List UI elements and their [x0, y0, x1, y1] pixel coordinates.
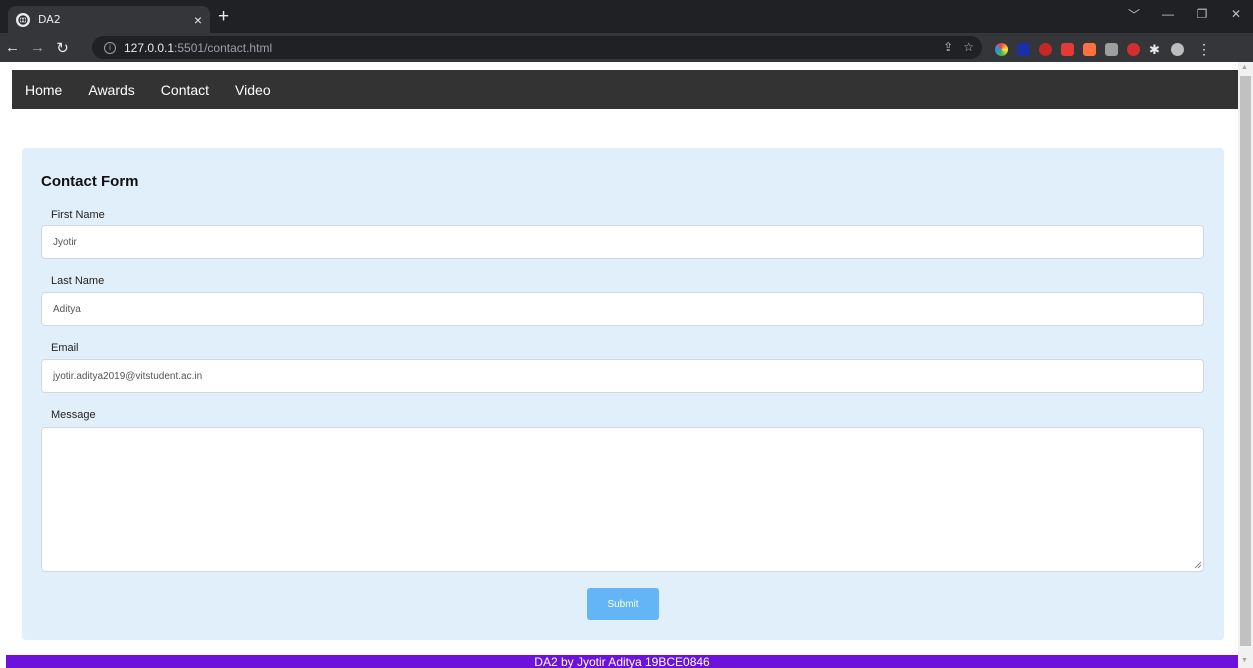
tab-search-icon[interactable]: ﹀ — [1117, 6, 1151, 23]
minimize-button[interactable]: — — [1151, 7, 1185, 21]
site-info-icon[interactable]: i — [104, 41, 116, 54]
extensions-area: ✱ ⋮ — [995, 41, 1211, 58]
scroll-down-arrow-icon[interactable]: ▼ — [1241, 657, 1248, 664]
close-tab-icon[interactable]: × — [194, 13, 202, 27]
form-title: Contact Form — [41, 173, 139, 190]
browser-tab-strip: DA2 × + ﹀ — ❐ ✕ — [0, 0, 1253, 33]
scrollbar-thumb[interactable] — [1240, 76, 1251, 646]
submit-button[interactable]: Submit — [587, 588, 659, 620]
browser-tab[interactable]: DA2 × — [8, 6, 210, 33]
url-host: 127.0.0.1 — [124, 40, 175, 55]
red-extension-icon[interactable] — [1127, 43, 1140, 56]
color-picker-extension-icon[interactable] — [995, 43, 1008, 56]
tp-extension-icon[interactable] — [1061, 43, 1074, 56]
email-field[interactable] — [41, 359, 1204, 393]
email-label: Email — [51, 342, 79, 354]
tab-title: DA2 — [38, 13, 61, 26]
scroll-up-arrow-icon[interactable]: ▲ — [1241, 64, 1248, 71]
nav-video[interactable]: Video — [222, 82, 284, 98]
page-viewport: Home Awards Contact Video Contact Form F… — [0, 62, 1253, 668]
page-footer: DA2 by Jyotir Aditya 19BCE0846 — [6, 655, 1238, 668]
new-tab-button[interactable]: + — [218, 7, 229, 26]
back-icon[interactable]: ← — [0, 39, 25, 56]
last-name-field[interactable] — [41, 292, 1204, 326]
grey-extension-icon[interactable] — [1105, 43, 1118, 56]
puzzle-extensions-icon[interactable]: ✱ — [1149, 43, 1162, 56]
url-path: :5501/contact.html — [174, 40, 273, 55]
fox-extension-icon[interactable] — [1083, 43, 1096, 56]
resize-grip-icon[interactable] — [1192, 559, 1202, 569]
message-label: Message — [51, 409, 96, 421]
bookmark-star-icon[interactable]: ☆ — [963, 40, 974, 54]
address-bar[interactable]: i 127.0.0.1:5501/contact.html ⇪ ☆ — [92, 36, 982, 59]
reload-icon[interactable]: ↻ — [50, 39, 75, 57]
message-textarea[interactable] — [41, 427, 1204, 572]
restore-button[interactable]: ❐ — [1185, 7, 1219, 21]
globe-icon — [16, 12, 30, 27]
nav-home[interactable]: Home — [12, 82, 75, 98]
ublock-origin-icon[interactable] — [1039, 43, 1052, 56]
nav-awards[interactable]: Awards — [75, 82, 147, 98]
blue-square-extension-icon[interactable] — [1017, 43, 1030, 56]
contact-form-card: Contact Form First Name Last Name Email … — [22, 148, 1224, 640]
first-name-field[interactable] — [41, 225, 1204, 259]
first-name-label: First Name — [51, 209, 105, 221]
site-navbar: Home Awards Contact Video — [12, 70, 1239, 109]
profile-avatar[interactable] — [1171, 43, 1184, 56]
last-name-label: Last Name — [51, 275, 105, 287]
window-controls: ﹀ — ❐ ✕ — [1117, 0, 1253, 28]
browser-toolbar: ← → ↻ i 127.0.0.1:5501/contact.html ⇪ ☆ … — [0, 33, 1253, 62]
share-icon[interactable]: ⇪ — [943, 40, 953, 54]
close-window-button[interactable]: ✕ — [1219, 7, 1253, 21]
nav-contact[interactable]: Contact — [148, 82, 222, 98]
forward-icon[interactable]: → — [25, 39, 50, 56]
vertical-scrollbar[interactable]: ▲ ▼ — [1238, 62, 1253, 668]
browser-menu-icon[interactable]: ⋮ — [1197, 41, 1211, 58]
